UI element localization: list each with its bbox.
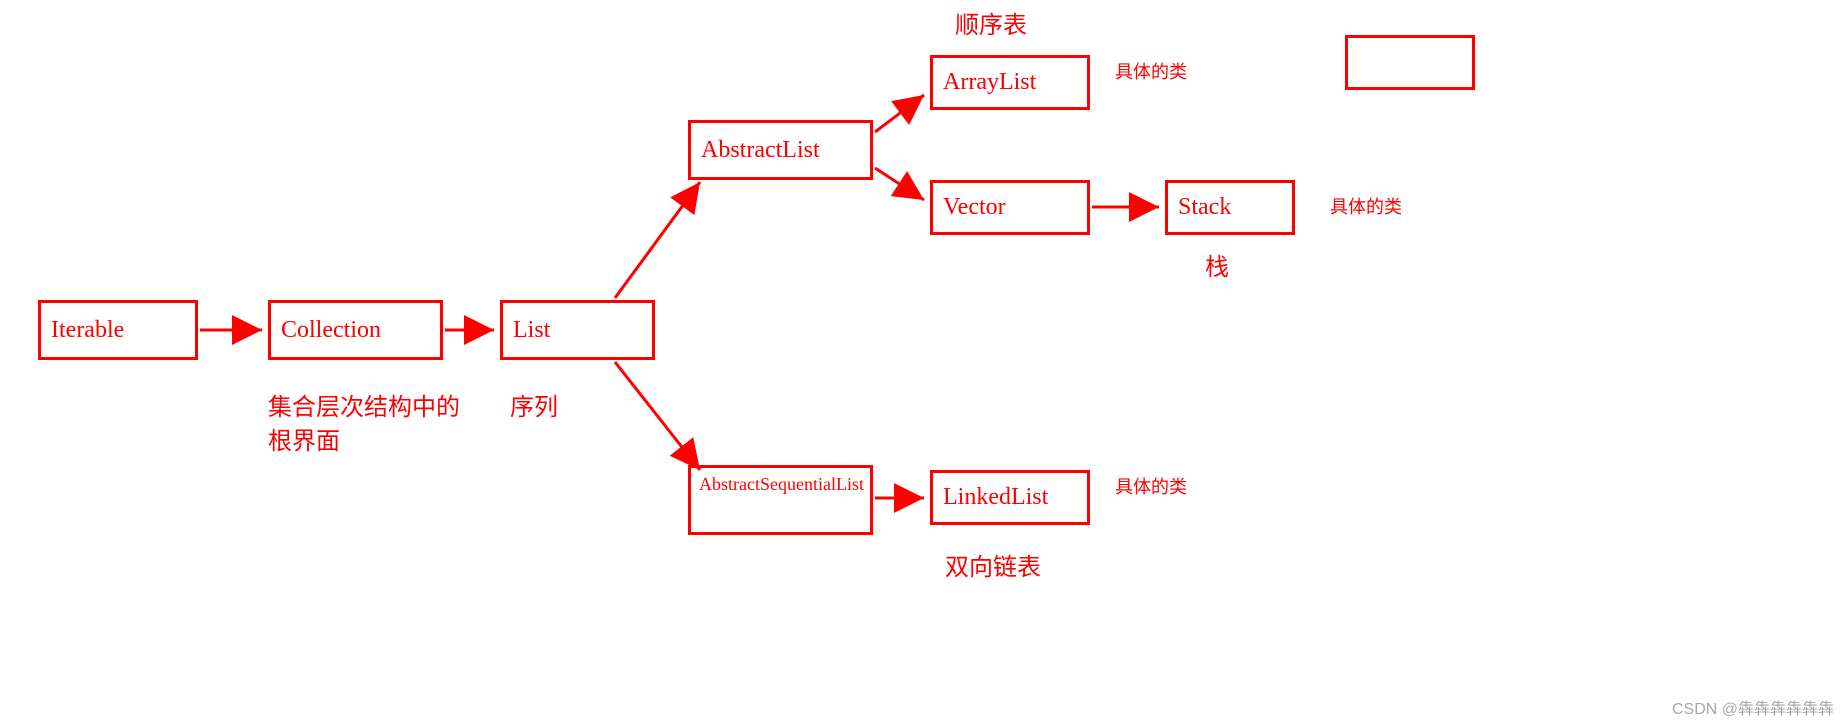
node-stack: Stack [1165, 180, 1295, 235]
node-abstractlist: AbstractList [688, 120, 873, 180]
label-list-sub: 序列 [510, 392, 558, 426]
node-collection: Collection [268, 300, 443, 360]
node-linkedlist: LinkedList [930, 470, 1090, 525]
label-linkedlist-right: 具体的类 [1115, 475, 1187, 500]
label-stack-sub: 栈 [1205, 252, 1229, 286]
label-linkedlist-sub: 双向链表 [945, 552, 1041, 586]
arrows-layer [0, 0, 1844, 725]
node-abstractsequentiallist: AbstractSequentialList [688, 465, 873, 535]
label-arraylist-right: 具体的类 [1115, 60, 1187, 85]
label-stack-right: 具体的类 [1330, 195, 1402, 220]
label-arraylist-top: 顺序表 [955, 10, 1027, 44]
node-iterable: Iterable [38, 300, 198, 360]
empty-box [1345, 35, 1475, 90]
label-collection-sub: 集合层次结构中的根界面 [268, 392, 468, 459]
node-list: List [500, 300, 655, 360]
node-vector: Vector [930, 180, 1090, 235]
node-arraylist: ArrayList [930, 55, 1090, 110]
watermark: CSDN @犇犇犇犇犇犇 [1672, 695, 1834, 719]
